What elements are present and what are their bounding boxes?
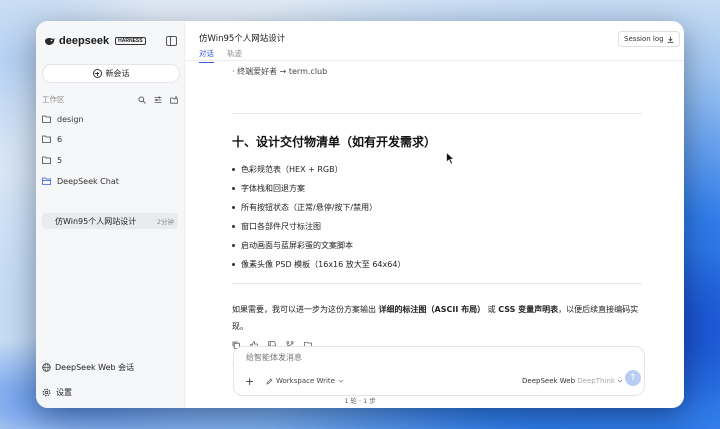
- divider: [232, 283, 642, 284]
- model-name: DeepSeek Web: [522, 377, 576, 385]
- header-divider: [185, 60, 684, 61]
- message-input[interactable]: [244, 352, 628, 363]
- para-text: 如果需要，我可以进一步为这份方案输出: [232, 305, 379, 314]
- status-footer: 1 轮 · 1 步: [344, 397, 376, 405]
- chevron-down-icon: [338, 379, 344, 383]
- list-item: 启动画面与蓝屏彩蛋的文案脚本: [232, 236, 405, 255]
- page-title: 仿Win95个人网站设计: [199, 34, 286, 44]
- list-item: 色彩规范表（HEX + RGB）: [232, 160, 405, 179]
- filter-icon[interactable]: [154, 96, 162, 104]
- sidebar: deepseek HARNESS 新会话 工作区 design 6 5 Deep…: [36, 21, 185, 408]
- folder-design[interactable]: design: [42, 111, 178, 127]
- divider: [232, 113, 642, 114]
- closing-paragraph: 如果需要，我可以进一步为这份方案输出 详细的标注图（ASCII 布局） 或 CS…: [232, 301, 642, 335]
- main-panel: 仿Win95个人网站设计 对话 轨迹 Session log · 终端爱好者 →…: [185, 21, 684, 408]
- folder-icon: [42, 115, 51, 123]
- workspace-mode-label: Workspace Write: [276, 377, 335, 385]
- web-chat-label: DeepSeek Web 会话: [55, 363, 135, 372]
- plus-circle-icon: [92, 69, 102, 78]
- chevron-down-icon: [617, 379, 623, 383]
- chat-item-active[interactable]: 仿Win95个人网站设计 2分钟: [42, 213, 178, 229]
- section-heading: 十、设计交付物清单（如有开发需求）: [232, 135, 437, 149]
- add-attachment-button[interactable]: +: [245, 375, 254, 388]
- new-chat-label: 新会话: [105, 69, 130, 78]
- para-bold: CSS 变量声明表: [498, 305, 559, 314]
- web-chat-link[interactable]: DeepSeek Web 会话: [42, 362, 134, 373]
- folder-deepseek-chat[interactable]: DeepSeek Chat: [42, 173, 178, 189]
- folder-label: DeepSeek Chat: [57, 176, 119, 186]
- folder-open-icon: [42, 177, 51, 185]
- para-bold: 详细的标注图（ASCII 布局）: [378, 305, 486, 314]
- composer: + Workspace Write DeepSeek Web DeepThink…: [233, 346, 645, 396]
- mouse-cursor-icon: [446, 152, 455, 165]
- logo: deepseek HARNESS: [44, 35, 146, 47]
- folder-label: 5: [57, 155, 63, 165]
- brand-name: deepseek: [59, 35, 110, 47]
- para-text: 或: [485, 305, 499, 314]
- deepthink-toggle[interactable]: DeepThink: [577, 377, 615, 385]
- workspace-label: 工作区: [42, 95, 65, 104]
- sidebar-toggle-icon[interactable]: [166, 36, 177, 46]
- list-item: 窗口各部件尺寸标注图: [232, 217, 405, 236]
- edit-icon: [266, 378, 273, 384]
- harness-badge: HARNESS: [115, 37, 146, 45]
- search-icon[interactable]: [138, 95, 146, 104]
- whale-logo-icon: [45, 37, 55, 45]
- session-log-button[interactable]: Session log: [618, 31, 680, 47]
- globe-icon: [42, 363, 51, 372]
- list-item: 字体栈和回退方案: [232, 179, 405, 198]
- deliverables-list: 色彩规范表（HEX + RGB） 字体栈和回退方案 所有按钮状态（正常/悬停/按…: [232, 160, 405, 274]
- new-folder-icon[interactable]: [170, 95, 178, 104]
- model-select[interactable]: DeepSeek Web DeepThink: [522, 377, 623, 385]
- list-item: · 终端爱好者 → term.club: [232, 67, 328, 76]
- chat-time: 2分钟: [156, 218, 174, 226]
- list-item: 所有按钮状态（正常/悬停/按下/禁用）: [232, 198, 405, 217]
- folder-5[interactable]: 5: [42, 152, 178, 168]
- folder-6[interactable]: 6: [42, 131, 178, 147]
- chat-title: 仿Win95个人网站设计: [55, 216, 137, 226]
- folder-icon: [42, 135, 51, 143]
- folder-label: 6: [57, 134, 63, 144]
- folder-label: design: [57, 114, 84, 124]
- workspace-header: 工作区: [42, 94, 178, 105]
- folder-icon: [42, 156, 51, 164]
- list-item: 像素头像 PSD 模板（16x16 放大至 64x64）: [232, 255, 405, 274]
- download-icon: [667, 36, 673, 43]
- session-log-label: Session log: [624, 35, 664, 43]
- app-window: deepseek HARNESS 新会话 工作区 design 6 5 Deep…: [36, 21, 684, 408]
- send-button[interactable]: ↑: [625, 370, 641, 386]
- workspace-mode-select[interactable]: Workspace Write: [266, 377, 344, 385]
- new-chat-button[interactable]: 新会话: [42, 64, 180, 83]
